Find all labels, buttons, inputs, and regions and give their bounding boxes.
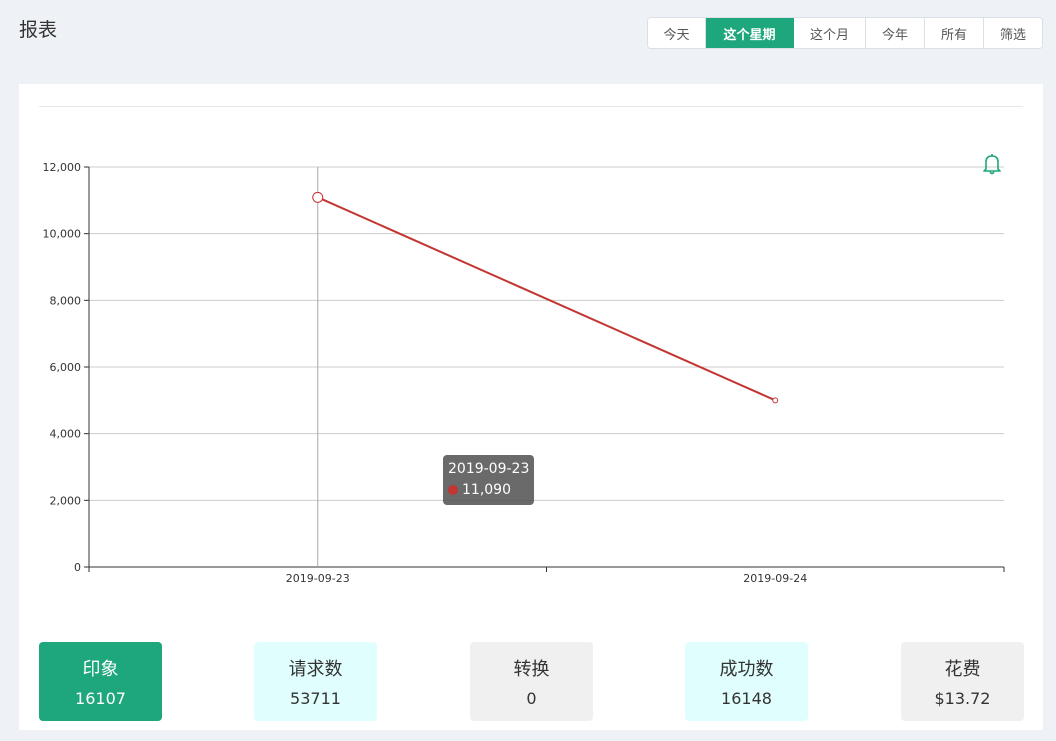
stat-card-successes[interactable]: 成功数 16148 bbox=[685, 642, 808, 721]
stat-card-impressions[interactable]: 印象 16107 bbox=[39, 642, 162, 721]
line-chart[interactable]: 0 2,000 4,000 6,000 8,000 10,000 12,000 2019-09… bbox=[19, 84, 1043, 604]
range-button-filter[interactable]: 筛选 bbox=[984, 18, 1042, 48]
x-tick-label: 2019-09-24 bbox=[743, 572, 807, 585]
page-title: 报表 bbox=[19, 19, 58, 41]
stat-label: 成功数 bbox=[719, 659, 774, 680]
bell-icon[interactable] bbox=[981, 152, 1003, 176]
range-button-this-week[interactable]: 这个星期 bbox=[706, 18, 794, 48]
stat-card-conversions[interactable]: 转换 0 bbox=[470, 642, 593, 721]
y-tick-label: 2,000 bbox=[50, 494, 82, 507]
y-tick-label: 4,000 bbox=[50, 428, 82, 441]
range-button-all[interactable]: 所有 bbox=[925, 18, 984, 48]
y-tick-label: 12,000 bbox=[43, 161, 82, 174]
series-dot bbox=[448, 485, 458, 495]
y-tick-label: 0 bbox=[74, 561, 81, 574]
stats-row: 印象 16107 请求数 53711 转换 0 成功数 16148 花费 $13… bbox=[19, 642, 1043, 722]
series-line bbox=[317, 196, 776, 402]
stat-value: 0 bbox=[526, 689, 537, 708]
stat-label: 转换 bbox=[513, 659, 550, 680]
tooltip-value: 11,090 bbox=[462, 482, 511, 498]
date-range-selector: 今天 这个星期 这个月 今年 所有 筛选 bbox=[647, 17, 1043, 49]
report-panel: 0 2,000 4,000 6,000 8,000 10,000 12,000 2019-09… bbox=[19, 84, 1043, 730]
y-tick-label: 8,000 bbox=[50, 294, 82, 307]
stat-label: 花费 bbox=[944, 659, 981, 680]
range-button-this-month[interactable]: 这个月 bbox=[794, 18, 866, 48]
stat-card-cost[interactable]: 花费 $13.72 bbox=[901, 642, 1024, 721]
range-button-this-year[interactable]: 今年 bbox=[866, 18, 925, 48]
y-tick-label: 6,000 bbox=[50, 361, 82, 374]
y-tick-label: 10,000 bbox=[43, 228, 82, 241]
range-button-today[interactable]: 今天 bbox=[648, 18, 706, 48]
stat-value: 16148 bbox=[721, 689, 772, 708]
tooltip-date: 2019-09-23 bbox=[448, 461, 530, 477]
stat-value: 53711 bbox=[290, 689, 341, 708]
stat-value: $13.72 bbox=[934, 689, 991, 708]
stat-label: 请求数 bbox=[288, 659, 343, 680]
chart-tooltip: 2019-09-23 11,090 bbox=[443, 455, 535, 505]
tooltip-value-row: 11,090 bbox=[448, 480, 529, 501]
stat-card-requests[interactable]: 请求数 53711 bbox=[254, 642, 377, 721]
x-tick-label: 2019-09-23 bbox=[286, 572, 350, 585]
stat-label: 印象 bbox=[82, 659, 119, 680]
data-point bbox=[772, 397, 779, 404]
data-point bbox=[312, 191, 324, 203]
stat-value: 16107 bbox=[75, 689, 126, 708]
